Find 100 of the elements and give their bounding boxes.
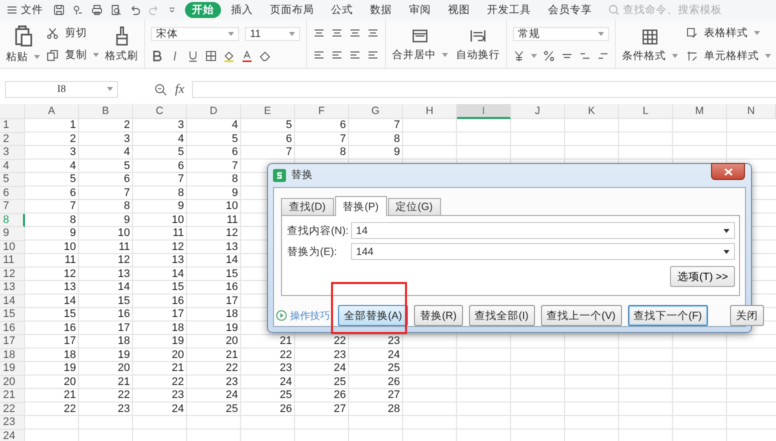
row-header[interactable]: 14 — [0, 294, 25, 308]
options-button[interactable]: 选项(T) >> — [670, 266, 735, 287]
table-cell-text: 25 — [386, 362, 401, 376]
row-header[interactable]: 20 — [0, 376, 25, 389]
row-header[interactable]: 1 — [0, 119, 25, 132]
row-header[interactable]: 3 — [0, 146, 25, 160]
wrap-text-button[interactable]: 自动换行 — [456, 48, 500, 62]
dialog-tab[interactable]: 查找(D) — [281, 198, 334, 215]
table-cell-text: 3 — [176, 119, 185, 132]
column-header[interactable]: G — [349, 104, 403, 119]
table-cell-text: 23 — [224, 376, 239, 389]
table-cell-text: 21 — [278, 335, 293, 348]
row-header[interactable]: 15 — [0, 308, 25, 322]
ribbon-tab[interactable]: 插入 — [224, 2, 260, 18]
column-header[interactable]: F — [295, 104, 349, 119]
row-header[interactable]: 5 — [0, 173, 25, 186]
paste-button[interactable]: 粘贴 — [6, 50, 28, 64]
ribbon-tab[interactable]: 视图 — [441, 2, 477, 18]
dialog-button[interactable]: 查找上一个(V) — [540, 305, 622, 326]
column-header[interactable]: B — [79, 104, 133, 119]
table-cell-text: 27 — [386, 389, 401, 402]
row-header[interactable]: 24 — [0, 430, 25, 441]
number-format-dropdown[interactable]: 常规 — [513, 26, 609, 40]
table-cell-text: 8 — [230, 173, 239, 186]
close-dialog-button[interactable]: 关闭 — [730, 305, 764, 326]
column-header[interactable]: K — [565, 104, 619, 119]
column-header[interactable]: J — [511, 104, 565, 119]
ribbon-tab[interactable]: 数据 — [363, 2, 399, 18]
row-header[interactable]: 6 — [0, 186, 25, 200]
table-cell-text: 3 — [122, 132, 131, 146]
table-cell-text: 6 — [122, 173, 131, 186]
font-name-dropdown[interactable]: 宋体 — [151, 26, 239, 40]
dialog-button[interactable]: 全部替换(A) — [338, 305, 408, 326]
table-cell-text: 13 — [170, 254, 185, 268]
table-cell-text: 5 — [176, 146, 185, 160]
table-cell-text: 26 — [332, 389, 347, 402]
table-cell-text: 13 — [62, 281, 77, 294]
table-cell-text: 19 — [170, 335, 185, 348]
input-field[interactable]: 144 — [351, 243, 735, 260]
ribbon-tab[interactable]: 会员专享 — [541, 2, 599, 18]
conditional-format-button[interactable]: 条件格式 — [622, 49, 666, 63]
row-header[interactable]: 17 — [0, 335, 25, 348]
row-header[interactable]: 10 — [0, 240, 25, 254]
dialog-button[interactable]: 查找下一个(F) — [628, 305, 708, 326]
table-style-button[interactable]: 表格样式 — [704, 26, 748, 40]
column-header[interactable]: N — [727, 104, 776, 119]
column-header[interactable]: A — [25, 104, 79, 119]
row-header[interactable]: 2 — [0, 132, 25, 146]
cell-style-button[interactable]: 单元格样式 — [704, 49, 759, 63]
row-header[interactable]: 13 — [0, 281, 25, 294]
table-cell-text: 23 — [170, 389, 185, 402]
row-header[interactable]: 22 — [0, 402, 25, 416]
table-cell-text: 7 — [122, 186, 131, 200]
column-header[interactable]: D — [187, 104, 241, 119]
font-size-dropdown[interactable]: 11 — [245, 26, 300, 40]
dialog-tab[interactable]: 替换(P) — [334, 196, 387, 216]
ribbon-tab[interactable]: 开发工具 — [480, 2, 538, 18]
table-cell-text: 14 — [224, 254, 239, 268]
copy-button[interactable]: 复制 — [65, 48, 87, 62]
row-header[interactable]: 21 — [0, 389, 25, 402]
row-header[interactable]: 23 — [0, 416, 25, 430]
row-header[interactable]: 11 — [0, 254, 25, 268]
input-field[interactable]: 14 — [351, 222, 735, 239]
ribbon-tab[interactable]: 审阅 — [402, 2, 438, 18]
column-header[interactable]: E — [241, 104, 295, 119]
tips-link[interactable]: 操作技巧 — [290, 308, 330, 322]
cut-button[interactable]: 剪切 — [65, 26, 87, 40]
ribbon-tab[interactable]: 页面布局 — [263, 2, 321, 18]
ribbon-tab[interactable]: 公式 — [324, 2, 360, 18]
name-box[interactable]: I8 — [5, 80, 118, 98]
table-cell-text: 14 — [116, 281, 131, 294]
file-menu[interactable]: 文件 — [21, 3, 43, 17]
row-header[interactable]: 4 — [0, 160, 25, 173]
dialog-button[interactable]: 替换(R) — [414, 305, 463, 326]
column-header[interactable]: L — [619, 104, 673, 119]
table-cell-text: 21 — [224, 348, 239, 362]
table-cell-text: 23 — [332, 348, 347, 362]
column-header[interactable]: C — [133, 104, 187, 119]
column-header[interactable]: M — [673, 104, 727, 119]
column-header[interactable]: H — [403, 104, 457, 119]
row-header[interactable]: 19 — [0, 362, 25, 376]
table-cell-text: 19 — [116, 348, 131, 362]
format-painter-button[interactable]: 格式刷 — [105, 48, 138, 62]
row-header[interactable]: 9 — [0, 227, 25, 240]
row-header[interactable]: 7 — [0, 200, 25, 214]
table-cell-text: 6 — [230, 146, 239, 160]
dialog-tab[interactable]: 定位(G) — [388, 198, 441, 215]
search-field[interactable]: 查找命令、搜索模板 — [608, 4, 723, 16]
table-cell-text: 8 — [338, 146, 347, 160]
table-cell-text: 4 — [230, 119, 239, 132]
table-cell-text: 18 — [224, 308, 239, 322]
function-label[interactable]: fx — [175, 81, 184, 97]
row-header[interactable]: 16 — [0, 322, 25, 335]
table-cell-text: 18 — [170, 322, 185, 335]
row-header[interactable]: 18 — [0, 348, 25, 362]
table-cell-text: 27 — [332, 402, 347, 416]
table-cell-text: 6 — [338, 119, 347, 132]
row-header[interactable]: 12 — [0, 268, 25, 281]
merge-center-button[interactable]: 合并居中 — [392, 48, 436, 62]
dialog-button[interactable]: 查找全部(I) — [468, 305, 534, 326]
